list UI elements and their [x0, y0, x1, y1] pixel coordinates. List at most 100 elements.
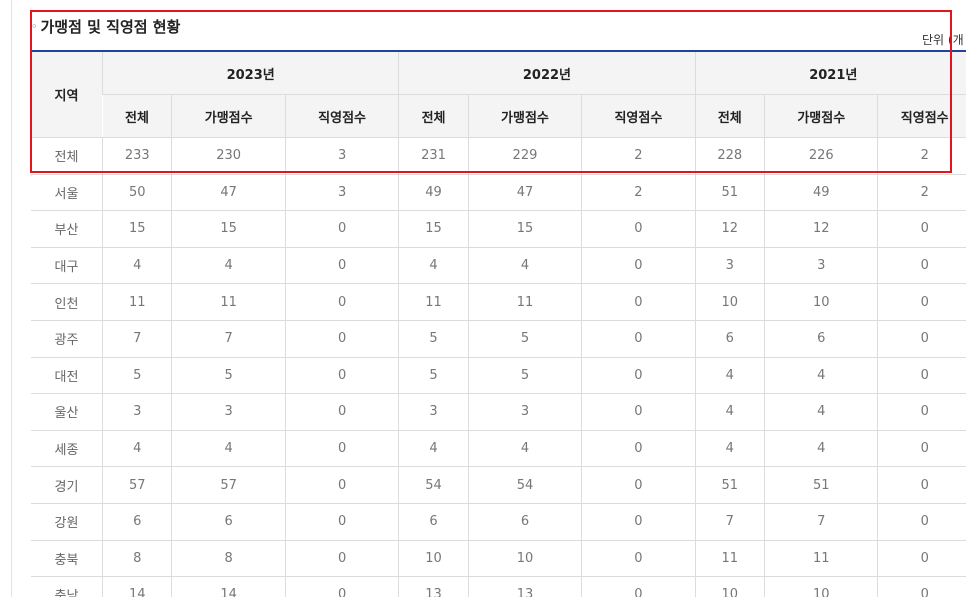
store-stats-table-wrapper: 지역 2023년 2022년 2021년 전체 가맹점수 직영점수 전체 가맹점수 직영점수 전… [31, 50, 966, 597]
value-cell: 0 [877, 466, 966, 504]
value-cell: 51 [694, 174, 765, 212]
value-cell: 0 [284, 393, 399, 431]
value-cell: 4 [171, 430, 286, 468]
value-cell: 233 [102, 137, 172, 175]
region-cell: 울산 [31, 393, 103, 431]
value-cell: 8 [102, 540, 172, 578]
value-cell: 0 [877, 283, 966, 321]
value-cell: 5 [102, 357, 172, 395]
value-cell: 0 [284, 283, 399, 321]
region-cell: 부산 [31, 210, 103, 248]
column-header: 직영점수 [581, 94, 696, 138]
value-cell: 2 [877, 174, 966, 212]
table-row: 광주 7 7 0 5 5 0 6 6 0 [31, 320, 966, 358]
table-row: 전체 233 230 3 231 229 2 228 226 2 [31, 137, 966, 175]
value-cell: 10 [398, 540, 469, 578]
value-cell: 13 [467, 576, 582, 597]
column-header: 가맹점수 [764, 94, 878, 138]
table-row: 울산 3 3 0 3 3 0 4 4 0 [31, 393, 966, 431]
value-cell: 54 [467, 466, 582, 504]
value-cell: 4 [694, 393, 765, 431]
value-cell: 15 [102, 210, 172, 248]
value-cell: 0 [581, 540, 696, 578]
value-cell: 51 [764, 466, 878, 504]
table-row: 충남 14 14 0 13 13 0 10 10 0 [31, 576, 966, 597]
value-cell: 0 [877, 540, 966, 578]
value-cell: 10 [467, 540, 582, 578]
value-cell: 230 [171, 137, 286, 175]
value-cell: 5 [171, 357, 286, 395]
value-cell: 3 [102, 393, 172, 431]
region-cell: 대구 [31, 247, 103, 285]
value-cell: 6 [467, 503, 582, 541]
value-cell: 2 [581, 174, 696, 212]
value-cell: 0 [581, 320, 696, 358]
value-cell: 228 [694, 137, 765, 175]
value-cell: 5 [467, 320, 582, 358]
column-header: 가맹점수 [171, 94, 286, 138]
value-cell: 6 [102, 503, 172, 541]
bullet-icon: ◦ [31, 20, 38, 33]
value-cell: 0 [581, 503, 696, 541]
column-header: 직영점수 [877, 94, 966, 138]
region-cell: 강원 [31, 503, 103, 541]
value-cell: 4 [764, 393, 878, 431]
table-row: 충북 8 8 0 10 10 0 11 11 0 [31, 540, 966, 578]
section-title: 가맹점 및 직영점 현황 [40, 18, 181, 36]
value-cell: 0 [284, 540, 399, 578]
store-stats-table: 지역 2023년 2022년 2021년 전체 가맹점수 직영점수 전체 가맹점수 직영점수 전… [31, 52, 966, 597]
value-cell: 10 [694, 283, 765, 321]
value-cell: 11 [694, 540, 765, 578]
value-cell: 4 [694, 357, 765, 395]
value-cell: 13 [398, 576, 469, 597]
value-cell: 0 [877, 247, 966, 285]
value-cell: 8 [171, 540, 286, 578]
value-cell: 4 [398, 430, 469, 468]
value-cell: 0 [877, 393, 966, 431]
value-cell: 4 [171, 247, 286, 285]
table-row: 부산 15 15 0 15 15 0 12 12 0 [31, 210, 966, 248]
value-cell: 47 [171, 174, 286, 212]
unit-label: 단위 (개 [922, 33, 964, 47]
value-cell: 15 [171, 210, 286, 248]
value-cell: 0 [284, 430, 399, 468]
value-cell: 3 [467, 393, 582, 431]
value-cell: 2 [877, 137, 966, 175]
value-cell: 0 [581, 283, 696, 321]
value-cell: 0 [581, 247, 696, 285]
value-cell: 11 [398, 283, 469, 321]
value-cell: 0 [581, 430, 696, 468]
value-cell: 0 [284, 357, 399, 395]
value-cell: 6 [398, 503, 469, 541]
value-cell: 15 [398, 210, 469, 248]
value-cell: 5 [398, 320, 469, 358]
region-cell: 광주 [31, 320, 103, 358]
value-cell: 12 [694, 210, 765, 248]
value-cell: 0 [877, 357, 966, 395]
value-cell: 0 [284, 466, 399, 504]
column-header: 전체 [398, 94, 469, 138]
value-cell: 6 [694, 320, 765, 358]
value-cell: 57 [171, 466, 286, 504]
value-cell: 3 [284, 174, 399, 212]
value-cell: 3 [284, 137, 399, 175]
value-cell: 11 [171, 283, 286, 321]
value-cell: 0 [581, 357, 696, 395]
value-cell: 7 [694, 503, 765, 541]
value-cell: 57 [102, 466, 172, 504]
value-cell: 4 [467, 247, 582, 285]
value-cell: 3 [171, 393, 286, 431]
value-cell: 4 [398, 247, 469, 285]
value-cell: 0 [877, 430, 966, 468]
value-cell: 10 [764, 576, 878, 597]
region-cell: 경기 [31, 466, 103, 504]
value-cell: 49 [764, 174, 878, 212]
value-cell: 0 [581, 210, 696, 248]
value-cell: 0 [284, 503, 399, 541]
value-cell: 7 [102, 320, 172, 358]
value-cell: 0 [877, 210, 966, 248]
region-column-header: 지역 [31, 52, 103, 138]
table-row: 인천 11 11 0 11 11 0 10 10 0 [31, 283, 966, 321]
left-divider [11, 0, 12, 597]
region-cell: 충남 [31, 576, 103, 597]
